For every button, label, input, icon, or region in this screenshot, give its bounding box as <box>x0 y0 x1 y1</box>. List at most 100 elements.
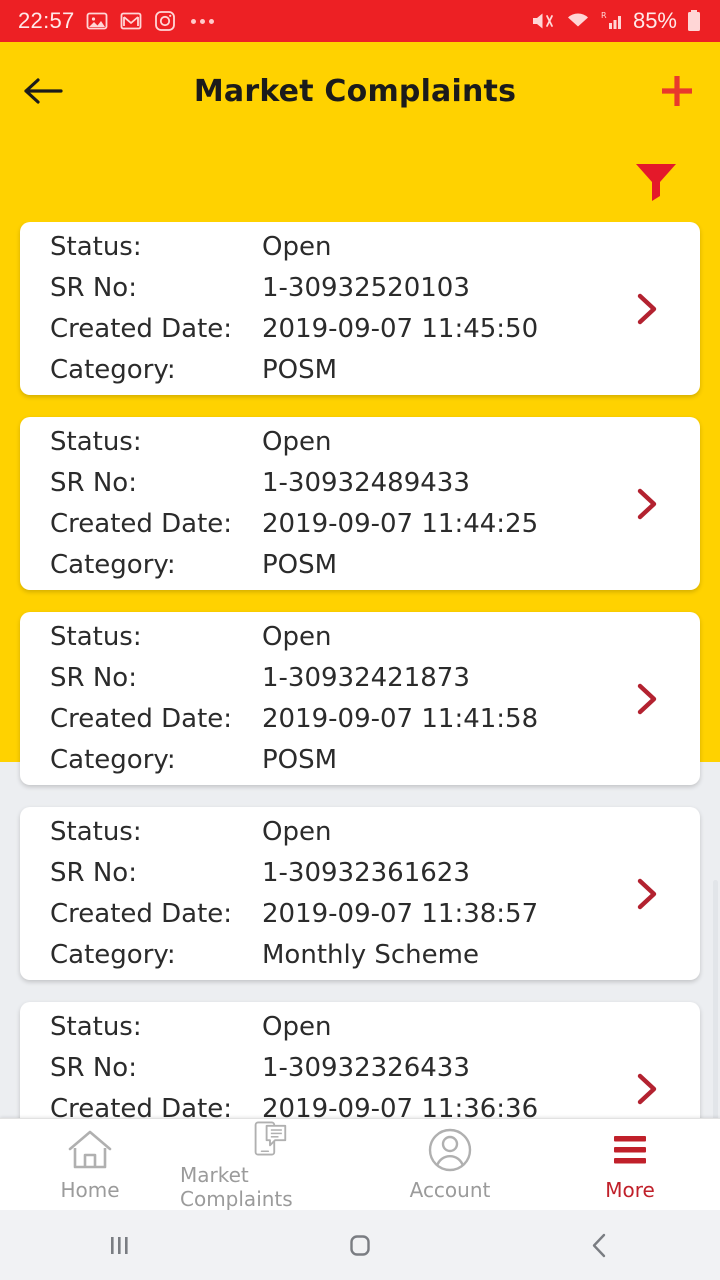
sr-no-value: 1-30932520103 <box>262 273 470 303</box>
sr-no-row: SR No: 1-30932326433 <box>50 1055 620 1081</box>
complaint-details: Status: Open SR No: 1-30932489433 Create… <box>50 429 620 578</box>
chevron-right-icon <box>637 1073 657 1104</box>
open-detail-button[interactable] <box>620 485 674 523</box>
filter-row <box>0 140 720 220</box>
android-system-nav <box>0 1210 720 1280</box>
status-row: Status: Open <box>50 1014 620 1040</box>
status-label: Status: <box>50 622 142 652</box>
sr-no-row: SR No: 1-30932520103 <box>50 275 620 301</box>
status-row: Status: Open <box>50 819 620 845</box>
table-row[interactable]: Status: Open SR No: 1-30932361623 Create… <box>20 807 700 980</box>
svg-text:R: R <box>601 11 607 20</box>
category-value: Monthly Scheme <box>262 940 479 970</box>
roaming-signal-icon: R <box>600 10 624 32</box>
recents-button[interactable] <box>0 1228 240 1262</box>
created-date-value: 2019-09-07 11:38:57 <box>262 899 539 929</box>
table-row[interactable]: Status: Open SR No: 1-30932489433 Create… <box>20 417 700 590</box>
sr-no-value: 1-30932361623 <box>262 858 470 888</box>
add-complaint-button[interactable] <box>634 42 720 140</box>
filter-funnel-icon <box>636 164 676 201</box>
category-label: Category: <box>50 355 176 385</box>
nav-item-account[interactable]: Account <box>360 1119 540 1211</box>
category-value: POSM <box>262 550 338 580</box>
phone-screen: 22:57 R 85% Market Complaints Status: Op… <box>0 0 720 1280</box>
nav-label-home: Home <box>60 1178 120 1202</box>
scrollbar[interactable] <box>713 880 718 1130</box>
status-time: 22:57 <box>18 8 75 33</box>
created-date-row: Created Date: 2019-09-07 11:45:50 <box>50 316 620 342</box>
sr-no-row: SR No: 1-30932421873 <box>50 665 620 691</box>
vibrate-mute-icon <box>530 10 556 32</box>
wifi-icon <box>565 10 591 32</box>
category-label: Category: <box>50 745 176 775</box>
home-icon <box>68 1130 112 1169</box>
created-date-row: Created Date: 2019-09-07 11:41:58 <box>50 706 620 732</box>
category-value: POSM <box>262 745 338 775</box>
app-bar: Market Complaints <box>0 42 720 140</box>
arrow-left-icon <box>24 78 63 104</box>
category-label: Category: <box>50 550 176 580</box>
sr-no-value: 1-30932489433 <box>262 468 470 498</box>
sr-no-label: SR No: <box>50 1053 137 1083</box>
category-value: POSM <box>262 355 338 385</box>
status-value: Open <box>262 427 332 457</box>
created-date-row: Created Date: 2019-09-07 11:44:25 <box>50 511 620 537</box>
nav-label-account: Account <box>409 1178 491 1202</box>
filter-button[interactable] <box>628 152 684 208</box>
complaint-details: Status: Open SR No: 1-30932361623 Create… <box>50 819 620 968</box>
open-detail-button[interactable] <box>620 680 674 718</box>
chevron-right-icon <box>637 683 657 714</box>
status-value: Open <box>262 817 332 847</box>
back-button-system[interactable] <box>480 1228 720 1262</box>
nav-item-home[interactable]: Home <box>0 1119 180 1211</box>
category-row: Category: POSM <box>50 552 620 578</box>
complaint-details: Status: Open SR No: 1-30932520103 Create… <box>50 234 620 383</box>
created-date-label: Created Date: <box>50 704 233 734</box>
nav-item-market-complaints[interactable]: Market Complaints <box>180 1119 360 1211</box>
battery-percent-label: 85% <box>632 8 677 33</box>
open-detail-button[interactable] <box>620 290 674 328</box>
person-circle-icon <box>428 1128 472 1172</box>
chevron-right-icon <box>637 488 657 519</box>
home-button[interactable] <box>240 1228 480 1262</box>
created-date-value: 2019-09-07 11:41:58 <box>262 704 539 734</box>
created-date-value: 2019-09-07 11:45:50 <box>262 314 539 344</box>
table-row[interactable]: Status: Open SR No: 1-30932421873 Create… <box>20 612 700 785</box>
overflow-dots-icon <box>190 18 214 24</box>
status-label: Status: <box>50 1012 142 1042</box>
back-chevron-icon <box>592 1233 606 1258</box>
nav-item-more[interactable]: More <box>540 1119 720 1211</box>
recents-icon <box>111 1237 128 1254</box>
nav-label-more: More <box>605 1178 655 1202</box>
complaints-list[interactable]: Status: Open SR No: 1-30932520103 Create… <box>0 222 720 1128</box>
phone-chat-icon <box>254 1120 287 1156</box>
status-label: Status: <box>50 427 142 457</box>
table-row[interactable]: Status: Open SR No: 1-30932326433 Create… <box>20 1002 700 1128</box>
status-label: Status: <box>50 817 142 847</box>
table-row[interactable]: Status: Open SR No: 1-30932520103 Create… <box>20 222 700 395</box>
back-button[interactable] <box>0 42 86 140</box>
status-bar-left: 22:57 <box>18 8 214 34</box>
instagram-icon <box>153 9 177 33</box>
status-row: Status: Open <box>50 234 620 260</box>
plus-icon <box>662 76 692 106</box>
page-title: Market Complaints <box>193 73 517 109</box>
battery-icon <box>686 9 702 33</box>
status-value: Open <box>262 622 332 652</box>
status-value: Open <box>262 232 332 262</box>
category-row: Category: POSM <box>50 357 620 383</box>
status-row: Status: Open <box>50 624 620 650</box>
photos-icon <box>85 9 109 33</box>
bottom-navigation: Home Market Complaints Account More <box>0 1118 720 1211</box>
sr-no-label: SR No: <box>50 468 137 498</box>
chevron-right-icon <box>637 878 657 909</box>
sr-no-row: SR No: 1-30932361623 <box>50 860 620 886</box>
category-row: Category: POSM <box>50 747 620 773</box>
open-detail-button[interactable] <box>620 875 674 913</box>
sr-no-label: SR No: <box>50 273 137 303</box>
sr-no-row: SR No: 1-30932489433 <box>50 470 620 496</box>
hamburger-menu-icon <box>614 1136 646 1164</box>
status-label: Status: <box>50 232 142 262</box>
open-detail-button[interactable] <box>620 1070 674 1108</box>
status-bar: 22:57 R 85% <box>0 0 720 42</box>
